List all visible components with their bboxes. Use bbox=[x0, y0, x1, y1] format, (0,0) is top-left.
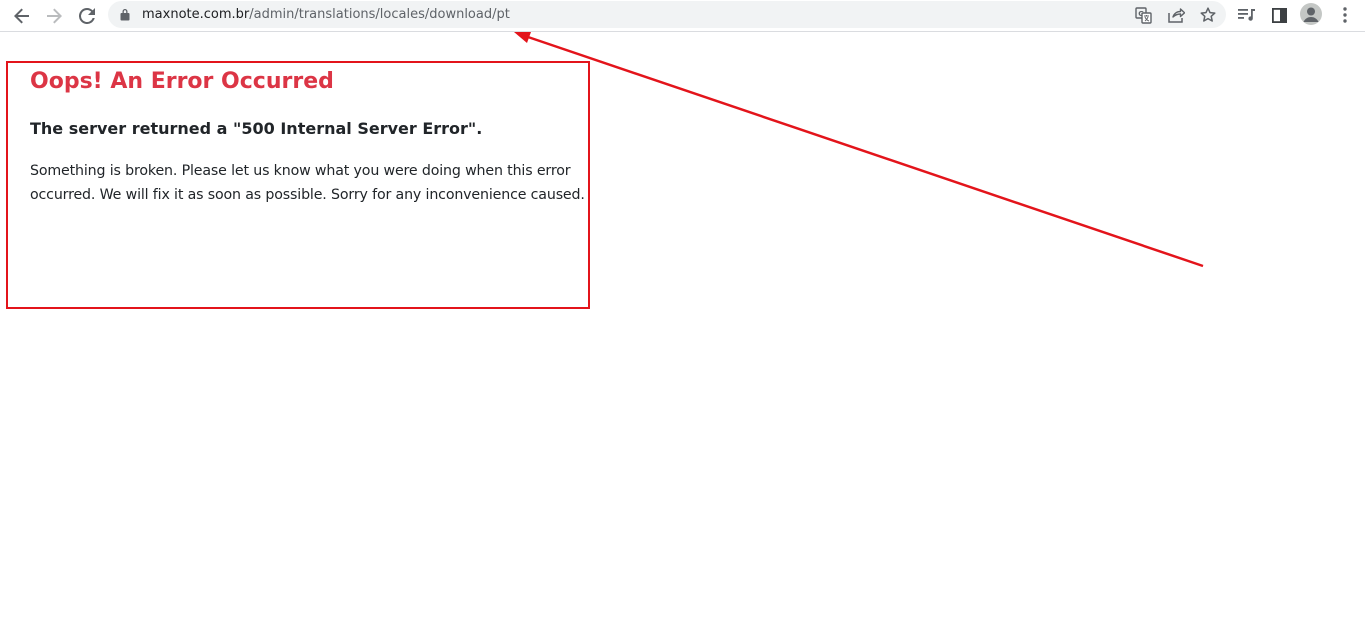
arrow-right-icon bbox=[47, 8, 62, 24]
browser-toolbar: maxnote.com.br/admin/translations/locale… bbox=[0, 0, 1365, 32]
side-panel-icon bbox=[1271, 7, 1287, 23]
side-panel-button[interactable] bbox=[1268, 4, 1290, 26]
translate-button[interactable]: G bbox=[1133, 5, 1153, 25]
share-button[interactable] bbox=[1166, 5, 1186, 25]
arrow-left-icon bbox=[14, 8, 29, 24]
reload-icon bbox=[79, 8, 95, 24]
url-text[interactable]: maxnote.com.br/admin/translations/locale… bbox=[142, 6, 510, 23]
media-queue-icon bbox=[1238, 9, 1255, 21]
translate-icon: G bbox=[1134, 6, 1152, 24]
profile-button[interactable] bbox=[1300, 3, 1322, 25]
error-message: Something is broken. Please let us know … bbox=[30, 163, 585, 203]
address-bar[interactable]: maxnote.com.br/admin/translations/locale… bbox=[108, 1, 1226, 28]
forward-button[interactable] bbox=[41, 3, 67, 29]
arrow-head-icon bbox=[514, 32, 531, 43]
lock-icon[interactable] bbox=[120, 8, 130, 21]
reload-button[interactable] bbox=[74, 3, 100, 29]
media-button[interactable] bbox=[1236, 4, 1258, 26]
bookmark-button[interactable] bbox=[1198, 5, 1218, 25]
kebab-menu-icon bbox=[1343, 7, 1347, 23]
menu-button[interactable] bbox=[1334, 4, 1356, 26]
profile-avatar-icon bbox=[1303, 7, 1319, 22]
error-subtitle: The server returned a "500 Internal Serv… bbox=[30, 119, 483, 138]
error-title: Oops! An Error Occurred bbox=[30, 69, 334, 94]
back-button[interactable] bbox=[9, 3, 35, 29]
star-icon bbox=[1200, 7, 1216, 22]
url-path: /admin/translations/locales/download/pt bbox=[249, 7, 510, 22]
share-icon bbox=[1167, 8, 1185, 23]
url-host: maxnote.com.br bbox=[142, 7, 250, 22]
